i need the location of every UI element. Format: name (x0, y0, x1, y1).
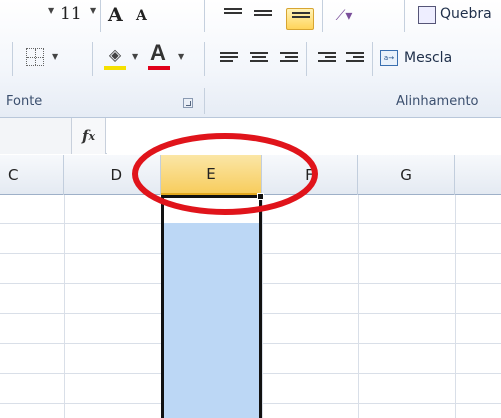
align-center-icon[interactable] (250, 52, 268, 66)
font-color-dropdown-icon[interactable]: ▼ (178, 52, 184, 61)
active-cell[interactable] (164, 195, 259, 223)
fill-color-icon[interactable]: ◈ (104, 44, 126, 64)
column-header-D[interactable]: D (64, 155, 161, 195)
group-label-alignment: Alinhamento (396, 94, 479, 109)
wrap-text-label[interactable]: Quebra (440, 6, 492, 22)
font-color-swatch (148, 66, 170, 70)
column-header-G[interactable]: G (358, 155, 455, 195)
column-header-row: C D E F G (0, 155, 501, 195)
orientation-icon[interactable]: ⟋▾ (330, 6, 358, 26)
merge-center-icon[interactable]: a→ (380, 50, 398, 66)
decrease-font-icon[interactable]: A (136, 8, 147, 24)
align-top-icon[interactable] (224, 8, 242, 22)
font-size-arrow-icon[interactable]: ▼ (90, 6, 96, 15)
ribbon: ▼ 11 ▼ A A ⟋▾ Quebra ▼ ◈ ▼ A ▼ a→ Mescla… (0, 0, 501, 118)
dialog-launcher-icon[interactable] (183, 98, 193, 108)
fill-handle[interactable] (257, 193, 264, 200)
align-middle-icon[interactable] (254, 10, 272, 24)
wrap-text-icon[interactable] (418, 6, 436, 24)
column-line (358, 195, 359, 418)
increase-font-icon[interactable]: A (108, 4, 123, 26)
column-header-C[interactable]: C (0, 155, 64, 195)
divider (204, 88, 205, 114)
divider (100, 0, 101, 32)
selected-column-E[interactable] (161, 195, 262, 418)
name-box[interactable] (0, 118, 72, 154)
divider (204, 0, 205, 32)
column-header-next[interactable] (455, 155, 501, 195)
divider (322, 0, 323, 32)
ribbon-row-format: ▼ ◈ ▼ A ▼ a→ Mescla (0, 38, 501, 84)
column-line (262, 195, 263, 418)
column-line (64, 195, 65, 418)
formula-input[interactable] (107, 118, 501, 154)
group-label-font: Fonte (6, 94, 43, 109)
column-header-F[interactable]: F (262, 155, 358, 195)
font-size-dropdown-icon[interactable]: ▼ (48, 6, 54, 15)
fill-color-dropdown-icon[interactable]: ▼ (132, 52, 138, 61)
ribbon-group-labels: Fonte Alinhamento (0, 86, 501, 117)
insert-function-button[interactable]: fx (72, 118, 106, 154)
align-right-icon[interactable] (280, 52, 298, 66)
formula-bar: fx (0, 118, 501, 154)
divider (92, 42, 93, 76)
increase-indent-icon[interactable] (346, 52, 364, 68)
column-header-E[interactable]: E (161, 155, 262, 195)
divider (372, 42, 373, 76)
borders-dropdown-icon[interactable]: ▼ (52, 52, 58, 61)
divider (204, 42, 205, 76)
ribbon-row-font-settings: ▼ 11 ▼ A A ⟋▾ Quebra (0, 0, 501, 36)
fill-color-swatch (104, 66, 126, 70)
borders-icon[interactable] (26, 48, 44, 66)
merge-label[interactable]: Mescla (404, 50, 452, 66)
divider (12, 42, 13, 76)
column-line (455, 195, 456, 418)
align-bottom-icon (292, 12, 310, 26)
divider (306, 42, 307, 76)
divider (404, 0, 405, 32)
font-color-icon[interactable]: A (150, 40, 166, 66)
decrease-indent-icon[interactable] (318, 52, 336, 68)
font-size-value[interactable]: 11 (60, 4, 82, 24)
align-left-icon[interactable] (220, 52, 238, 66)
